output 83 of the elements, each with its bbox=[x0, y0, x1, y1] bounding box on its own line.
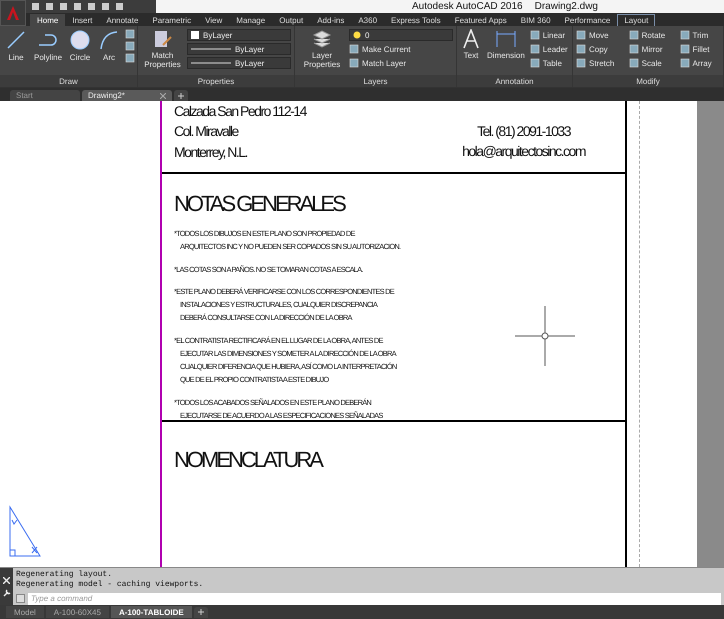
document-tab-label: Start bbox=[16, 91, 33, 100]
panel-title[interactable]: Modify bbox=[573, 75, 723, 87]
ribbon-tab[interactable]: Add-ins bbox=[310, 14, 352, 26]
panel-title[interactable]: Layers bbox=[295, 75, 456, 87]
line-sample-icon bbox=[191, 61, 231, 65]
sheet-tab[interactable]: A-100-60X45 bbox=[46, 606, 109, 618]
clipboard-brush-icon bbox=[152, 29, 172, 49]
command-history-line: Regenerating model - caching viewports. bbox=[16, 580, 204, 590]
match-properties-button[interactable]: Match Properties bbox=[141, 29, 184, 75]
plus-icon bbox=[178, 92, 184, 98]
modify-tool-button[interactable]: Fillet bbox=[680, 43, 720, 55]
ribbon-tab[interactable]: Annotate bbox=[99, 14, 146, 26]
layer-tool-button[interactable]: Make Current bbox=[349, 43, 453, 55]
modify-tool-button[interactable]: Trim bbox=[680, 29, 720, 41]
modify-tool-button[interactable]: Rotate bbox=[628, 29, 674, 41]
panel-title[interactable]: Annotation bbox=[457, 75, 572, 87]
app-logo-icon bbox=[5, 5, 21, 21]
modify-tool-button[interactable]: Array bbox=[680, 57, 720, 69]
annotation-tool-button[interactable]: Dimension bbox=[485, 29, 527, 75]
ucs-triangle-icon bbox=[8, 505, 42, 557]
new-tab-button[interactable] bbox=[174, 90, 188, 101]
draw-tool-button[interactable]: Circle bbox=[67, 29, 94, 75]
ribbon-tab[interactable]: Home bbox=[30, 14, 66, 26]
draw-tool-button[interactable]: Line bbox=[3, 29, 29, 75]
property-dropdown[interactable]: ByLayer bbox=[187, 43, 291, 55]
contact-line: Tel. (81) 2091-1033 bbox=[477, 124, 570, 140]
draw-tool-button[interactable]: Arc bbox=[96, 29, 122, 75]
sheet-tab[interactable]: Model bbox=[6, 606, 44, 618]
modify-tool-button[interactable]: Mirror bbox=[628, 43, 674, 55]
circle-icon bbox=[69, 29, 92, 51]
draw-tool-button[interactable]: Polyline bbox=[32, 29, 64, 75]
modify-tool-button[interactable]: Stretch bbox=[576, 57, 623, 69]
close-icon bbox=[160, 92, 166, 98]
property-dropdown[interactable]: ByLayer bbox=[187, 29, 291, 41]
command-input-field[interactable]: Type a command bbox=[28, 592, 721, 604]
scrollbar[interactable] bbox=[697, 101, 724, 567]
modify-tool-button[interactable]: Move bbox=[576, 29, 623, 41]
new-layout-button[interactable] bbox=[194, 606, 208, 618]
annotation-tool-button[interactable]: Text bbox=[460, 29, 482, 75]
notes-heading: NOTAS GENERALES bbox=[174, 192, 346, 216]
modify-tool-button[interactable]: Copy bbox=[576, 43, 623, 55]
ribbon-tab[interactable]: BIM 360 bbox=[514, 14, 558, 26]
nomenclature-heading: NOMENCLATURA bbox=[174, 447, 321, 472]
ribbon-tab[interactable]: Manage bbox=[229, 14, 272, 26]
layer-tool-button[interactable]: Match Layer bbox=[349, 57, 453, 69]
layer-properties-button[interactable]: Layer Properties bbox=[298, 29, 346, 75]
document-tab-label: Drawing2* bbox=[88, 91, 125, 100]
file-name: Drawing2.dwg bbox=[534, 1, 598, 12]
annotation-tool-button[interactable]: Linear bbox=[530, 29, 568, 41]
layer-dropdown[interactable]: 0 bbox=[349, 29, 453, 41]
document-tab[interactable]: Drawing2* bbox=[82, 90, 172, 101]
ribbon-tab[interactable]: A360 bbox=[351, 14, 384, 26]
ribbon-tab[interactable]: Output bbox=[272, 14, 310, 26]
dimension-icon bbox=[494, 29, 517, 49]
property-dropdown[interactable]: ByLayer bbox=[187, 57, 291, 69]
ribbon-tab[interactable]: Performance bbox=[558, 14, 618, 26]
address-line: Monterrey, N.L. bbox=[174, 144, 247, 160]
layers-stack-icon bbox=[312, 29, 332, 49]
ribbon-tab[interactable]: Parametric bbox=[145, 14, 198, 26]
address-line: Calzada San Pedro 112-14 bbox=[174, 104, 306, 120]
lightbulb-icon bbox=[353, 31, 361, 39]
line-sample-icon bbox=[191, 47, 231, 51]
line-icon bbox=[5, 29, 27, 51]
app-title: Autodesk AutoCAD 2016 bbox=[412, 1, 523, 12]
color-swatch-icon bbox=[191, 31, 199, 39]
contact-line: hola@arquitectosinc.com bbox=[462, 144, 585, 160]
annotation-tool-button[interactable]: Table bbox=[530, 57, 568, 69]
ribbon-tab[interactable]: Insert bbox=[65, 14, 100, 26]
panel-title[interactable]: Draw bbox=[0, 75, 137, 87]
modify-tool-button[interactable]: Scale bbox=[628, 57, 674, 69]
address-line: Col. Miravalle bbox=[174, 124, 238, 140]
ribbon-tab[interactable]: Express Tools bbox=[384, 14, 448, 26]
panel-title[interactable]: Properties bbox=[138, 75, 294, 87]
annotation-tool-button[interactable]: Leader bbox=[530, 43, 568, 55]
letter-a-icon bbox=[462, 29, 480, 49]
command-history-line: Regenerating layout. bbox=[16, 570, 114, 580]
wrench-icon bbox=[2, 588, 10, 596]
crosshair-cursor-icon bbox=[515, 306, 575, 366]
close-icon bbox=[3, 576, 10, 584]
sheet-tab[interactable]: A-100-TABLOIDE bbox=[110, 606, 192, 618]
plus-icon bbox=[198, 609, 204, 615]
ribbon-tab[interactable]: View bbox=[198, 14, 230, 26]
ribbon-tab[interactable]: Featured Apps bbox=[448, 14, 514, 26]
